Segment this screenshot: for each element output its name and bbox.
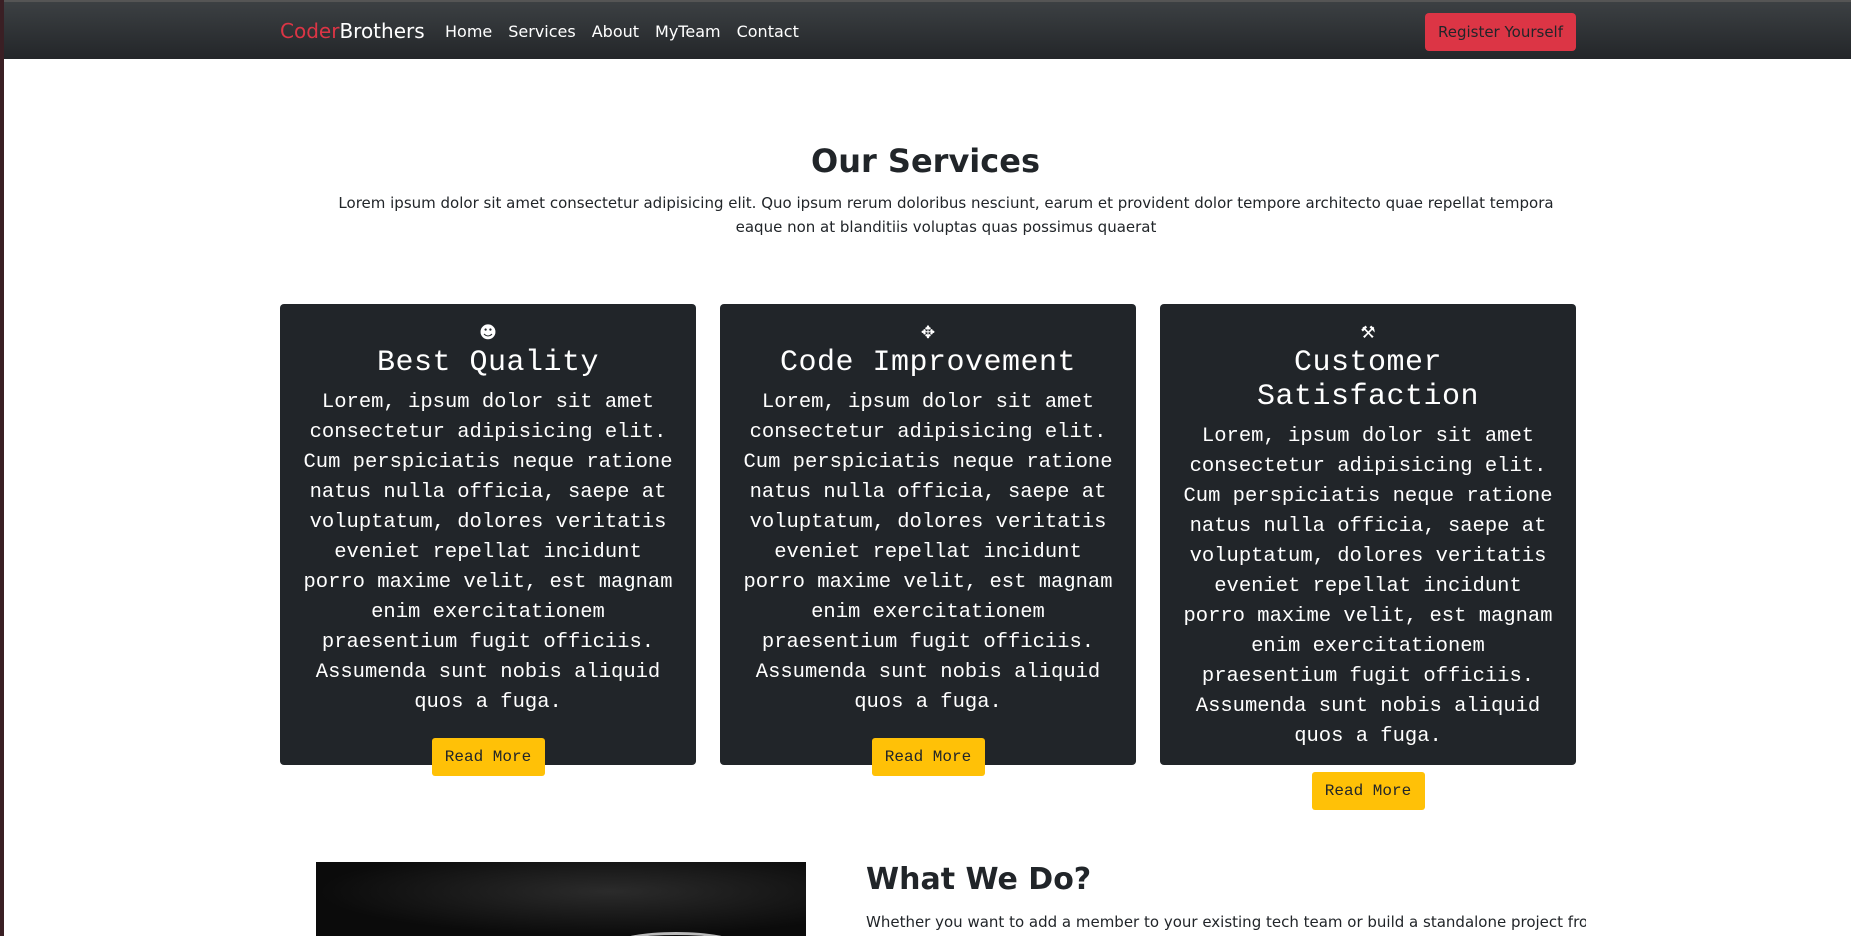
services-title: Our Services (811, 142, 1040, 180)
window-edge (0, 0, 4, 936)
nav-link-services[interactable]: Services (500, 22, 583, 41)
nav-link-about[interactable]: About (584, 22, 647, 41)
brand-part-brothers: Brothers (339, 19, 425, 43)
card-text: Lorem, ipsum dolor sit amet consectetur … (303, 391, 673, 714)
read-more-button[interactable]: Read More (431, 738, 545, 776)
services-description: Lorem ipsum dolor sit amet consectetur a… (338, 194, 1554, 236)
read-more-button[interactable]: Read More (1311, 772, 1425, 810)
card-title: Customer Satisfaction (1256, 346, 1480, 414)
nav-links: Home Services About MyTeam Contact (437, 22, 807, 41)
navbar: CoderBrothers Home Services About MyTeam… (4, 0, 1851, 59)
what-we-do-image (316, 862, 806, 936)
service-card-customer-satisfaction: ⚒ Customer Satisfaction Lorem, ipsum dol… (1160, 304, 1576, 810)
brand-logo[interactable]: CoderBrothers (280, 19, 425, 43)
service-card-best-quality: ☻ Best Quality Lorem, ipsum dolor sit am… (280, 304, 696, 776)
wrench-icon: ⚒ (1360, 323, 1376, 343)
service-card-code-improvement: ✥ Code Improvement Lorem, ipsum dolor si… (720, 304, 1136, 776)
what-we-do-title: What We Do? (866, 862, 1092, 897)
nav-link-myteam[interactable]: MyTeam (647, 22, 729, 41)
register-button[interactable]: Register Yourself (1425, 13, 1576, 51)
brand-part-coder: Coder (280, 19, 340, 43)
nav-link-contact[interactable]: Contact (729, 22, 807, 41)
card-text: Lorem, ipsum dolor sit amet consectetur … (743, 391, 1113, 714)
nav-link-home[interactable]: Home (437, 22, 500, 41)
read-more-button[interactable]: Read More (871, 738, 985, 776)
card-text: Lorem, ipsum dolor sit amet consectetur … (1183, 425, 1553, 748)
card-title: Best Quality (376, 346, 600, 380)
slack-icon: ✥ (920, 323, 936, 343)
what-we-do-text: Whether you want to add a member to your… (866, 913, 1586, 931)
smile-icon: ☻ (479, 323, 497, 343)
card-title: Code Improvement (779, 346, 1077, 380)
image-highlight (616, 932, 736, 936)
